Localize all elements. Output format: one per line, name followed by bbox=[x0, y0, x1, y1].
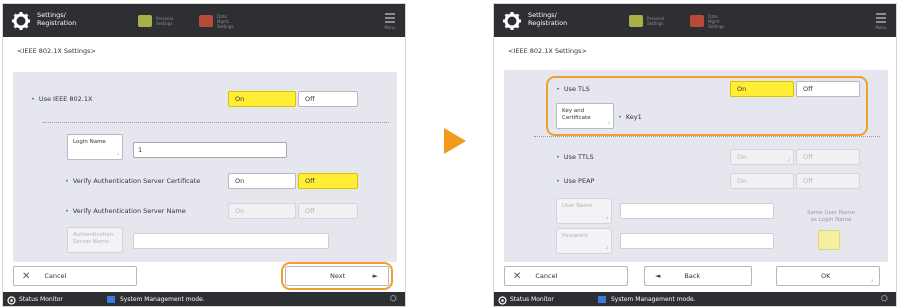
header-bar: Settings/ Registration Personal Settings… bbox=[3, 4, 405, 37]
breadcrumb: <IEEE 802.1X Settings> bbox=[508, 47, 587, 55]
shortcut-icon bbox=[690, 15, 704, 27]
verify-cert-on-button[interactable]: On bbox=[228, 173, 296, 189]
menu-button[interactable]: Menu bbox=[383, 11, 397, 31]
remote-icon[interactable]: ⛭ bbox=[881, 294, 888, 304]
close-icon: ✕ bbox=[513, 270, 522, 282]
close-icon: ✕ bbox=[22, 270, 31, 282]
use-ieee-on-button[interactable]: On bbox=[228, 91, 296, 107]
shortcut-data-settings[interactable]: Data Mgmt. Settings bbox=[199, 13, 239, 29]
verify-cert-label: • Verify Authentication Server Certificat… bbox=[65, 177, 201, 185]
use-peap-off-button[interactable]: Off bbox=[796, 173, 860, 189]
shortcut-label: Data Mgmt. Settings bbox=[708, 13, 725, 29]
action-bar: ✕ Cancel ◄ Back OK ⌟ bbox=[494, 266, 896, 288]
remote-icon[interactable]: ⛭ bbox=[390, 294, 397, 304]
login-name-field[interactable]: 1 bbox=[133, 142, 287, 158]
cancel-button[interactable]: ✕ Cancel bbox=[13, 266, 137, 286]
use-ieee-label: • Use IEEE 802.1X bbox=[31, 95, 93, 103]
divider bbox=[534, 136, 880, 137]
verify-cert-off-button[interactable]: Off bbox=[298, 173, 358, 189]
shortcut-icon bbox=[138, 15, 152, 27]
shortcut-personal-settings[interactable]: Personal Settings bbox=[138, 14, 178, 28]
status-monitor-icon[interactable] bbox=[7, 296, 16, 305]
auth-server-name-field[interactable] bbox=[133, 233, 329, 249]
system-mode-label: System Management mode. bbox=[107, 296, 205, 303]
header-title[interactable]: Settings/ Registration bbox=[37, 11, 87, 27]
ok-button[interactable]: OK ⌟ bbox=[776, 266, 880, 286]
auth-server-name-button[interactable]: Authentication Server Name bbox=[67, 227, 123, 253]
verify-name-label: • Verify Authentication Server Name bbox=[65, 207, 186, 215]
same-user-checkbox[interactable] bbox=[818, 230, 840, 250]
password-button[interactable]: Password ⌟ bbox=[556, 228, 612, 254]
shortcut-label: Data Mgmt. Settings bbox=[217, 13, 234, 29]
verify-name-on-button[interactable]: On bbox=[228, 203, 296, 219]
user-name-button[interactable]: User Name ⌟ bbox=[556, 198, 612, 224]
shortcut-label: Personal Settings bbox=[647, 16, 665, 26]
user-name-field[interactable] bbox=[620, 203, 774, 219]
cancel-button[interactable]: ✕ Cancel bbox=[504, 266, 628, 286]
gear-icon bbox=[12, 12, 30, 30]
login-name-button[interactable]: Login Name ⌟ bbox=[67, 134, 123, 160]
back-arrow-icon: ◄ bbox=[655, 272, 661, 280]
screen-tls-settings: Settings/ Registration Personal Settings… bbox=[493, 3, 897, 307]
breadcrumb: <IEEE 802.1X Settings> bbox=[17, 47, 96, 55]
use-ttls-label: • Use TTLS bbox=[556, 153, 594, 161]
status-monitor-label[interactable]: Status Monitor bbox=[510, 296, 554, 303]
same-user-label: Same User Name as Login Name bbox=[807, 210, 855, 223]
use-ttls-on-button[interactable]: On ⌟ bbox=[730, 149, 794, 165]
divider bbox=[43, 122, 389, 123]
next-highlight bbox=[281, 262, 393, 290]
verify-name-off-button[interactable]: Off bbox=[298, 203, 358, 219]
status-monitor-icon[interactable] bbox=[498, 296, 507, 305]
menu-icon bbox=[385, 13, 395, 15]
header-title[interactable]: Settings/ Registration bbox=[528, 11, 578, 27]
back-button[interactable]: ◄ Back bbox=[644, 266, 752, 286]
system-icon bbox=[107, 296, 115, 303]
shortcut-label: Personal Settings bbox=[156, 16, 174, 26]
status-bar: Status Monitor System Management mode. ⛭ bbox=[3, 292, 405, 306]
shortcut-icon bbox=[199, 15, 213, 27]
use-peap-on-button[interactable]: On bbox=[730, 173, 794, 189]
menu-icon bbox=[876, 13, 886, 15]
use-ieee-off-button[interactable]: Off bbox=[298, 91, 358, 107]
next-step-arrow-icon bbox=[444, 128, 466, 154]
screen-ieee-8021x-settings: Settings/ Registration Personal Settings… bbox=[2, 3, 406, 307]
shortcut-icon bbox=[629, 15, 643, 27]
password-field[interactable] bbox=[620, 233, 774, 249]
tls-highlight bbox=[546, 76, 868, 136]
settings-area: • Use IEEE 802.1X On Off Login Name ⌟ 1 • V… bbox=[13, 72, 397, 262]
status-bar: Status Monitor System Management mode. ⛭ bbox=[494, 292, 896, 306]
status-monitor-label[interactable]: Status Monitor bbox=[19, 296, 63, 303]
use-ttls-off-button[interactable]: Off bbox=[796, 149, 860, 165]
use-peap-label: • Use PEAP bbox=[556, 177, 595, 185]
shortcut-data-settings[interactable]: Data Mgmt. Settings bbox=[690, 13, 730, 29]
system-icon bbox=[598, 296, 606, 303]
shortcut-personal-settings[interactable]: Personal Settings bbox=[629, 14, 669, 28]
menu-button[interactable]: Menu bbox=[874, 11, 888, 31]
header-bar: Settings/ Registration Personal Settings… bbox=[494, 4, 896, 37]
gear-icon bbox=[503, 12, 521, 30]
system-mode-label: System Management mode. bbox=[598, 296, 696, 303]
